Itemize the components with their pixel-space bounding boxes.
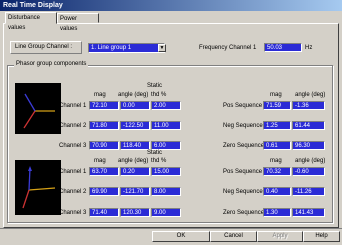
static-label-upper: Static [147, 83, 163, 89]
sequence-mag: 71.59 [263, 101, 291, 110]
help-button-label: Help [315, 233, 328, 239]
window-title: Real Time Display [0, 0, 342, 11]
channel-label: Channel 2 [59, 123, 87, 129]
frequency-unit: Hz [305, 45, 313, 51]
channel-angle: -122.50 [120, 121, 150, 130]
ok-button-label: OK [176, 233, 186, 239]
col-angle-lower: angle (deg) [118, 158, 149, 164]
cancel-button[interactable]: Cancel [210, 231, 257, 242]
phasor-channel-3 [28, 167, 31, 191]
help-button[interactable]: Help [303, 231, 340, 242]
tab-disturbance-values[interactable]: Disturbance values [5, 12, 57, 31]
col-mag-lower: mag [94, 158, 106, 164]
sequence-label: Zero Sequence [223, 210, 265, 216]
channel-label: Channel 2 [59, 189, 87, 195]
channel-thd: 2.00 [151, 101, 181, 110]
sequence-label: Pos Sequence [223, 103, 263, 109]
frequency-value: 50.03 [264, 43, 302, 52]
channel-mag: 69.90 [89, 187, 119, 196]
phasor-channel-2 [23, 110, 36, 129]
chevron-down-icon[interactable]: ▼ [158, 44, 166, 52]
phasor-group-title: Phasor group components [14, 61, 89, 67]
col-mag-upper: mag [94, 92, 106, 98]
col-seq-angle-lower: angle (deg) [295, 158, 326, 164]
sequence-angle: 96.30 [292, 141, 325, 150]
sequence-label: Pos Sequence [223, 169, 263, 175]
frequency-label: Frequency Channel 1 [199, 45, 257, 51]
sequence-mag: 0.40 [263, 187, 291, 196]
sequence-mag: 70.32 [263, 167, 291, 176]
sequence-angle: -11.26 [292, 187, 325, 196]
button-separator [0, 228, 342, 229]
sequence-angle: 61.44 [292, 121, 325, 130]
channel-thd: 11.00 [151, 121, 181, 130]
phasor-channel-3 [24, 93, 36, 112]
sequence-angle: 141.43 [292, 208, 325, 217]
phasor-diagram-lower-svg [22, 166, 56, 209]
cancel-button-label: Cancel [224, 233, 243, 239]
line-group-label: Line Group Channel : [10, 41, 82, 54]
apply-button[interactable]: Apply [257, 231, 303, 242]
channel-mag: 71.80 [89, 121, 119, 130]
channel-label: Channel 1 [59, 103, 87, 109]
channel-mag: 71.40 [89, 208, 119, 217]
channel-mag: 72.10 [89, 101, 119, 110]
channel-angle: 120.30 [120, 208, 150, 217]
col-seq-angle-upper: angle (deg) [295, 92, 326, 98]
col-seq-mag-lower: mag [270, 158, 282, 164]
channel-angle: -121.70 [120, 187, 150, 196]
col-angle-upper: angle (deg) [118, 92, 149, 98]
channel-mag: 70.90 [89, 141, 119, 150]
channel-label: Channel 1 [59, 169, 87, 175]
channel-thd: 15.00 [151, 167, 181, 176]
apply-button-label: Apply [272, 233, 288, 239]
phasor-diagram-lower [15, 160, 61, 215]
channel-thd: 8.00 [151, 187, 181, 196]
phasor-diagram-upper-svg [23, 93, 55, 129]
sequence-label: Zero Sequence [223, 143, 265, 149]
sequence-angle: -0.60 [292, 167, 325, 176]
sequence-mag: 0.61 [263, 141, 291, 150]
line-group-select[interactable]: 1. Line group 1 [88, 43, 165, 53]
channel-label: Channel 3 [59, 143, 87, 149]
ok-button[interactable]: OK [152, 231, 210, 242]
sequence-mag: 1.25 [263, 121, 291, 130]
phasor-channel-1 [28, 187, 56, 191]
channel-mag: 63.70 [89, 167, 119, 176]
arrowhead-icon [28, 166, 32, 171]
col-thd-lower: thd % [151, 158, 167, 164]
col-seq-mag-upper: mag [270, 92, 282, 98]
sequence-label: Neg Sequence [223, 189, 263, 195]
sequence-label: Neg Sequence [223, 123, 263, 129]
channel-angle: 0.00 [120, 101, 150, 110]
phasor-channel-2 [22, 189, 30, 209]
col-thd-upper: thd % [151, 92, 167, 98]
sequence-mag: 1.30 [263, 208, 291, 217]
static-label-lower: Static [147, 150, 163, 156]
channel-angle: 0.20 [120, 167, 150, 176]
phasor-diagram-upper [15, 83, 61, 134]
line-group-selected: 1. Line group 1 [91, 45, 132, 51]
sequence-angle: -1.36 [292, 101, 325, 110]
channel-angle: 118.40 [120, 141, 150, 150]
channel-thd: 9.00 [151, 208, 181, 217]
tab-power-values[interactable]: Power values [57, 13, 99, 32]
channel-label: Channel 3 [59, 210, 87, 216]
